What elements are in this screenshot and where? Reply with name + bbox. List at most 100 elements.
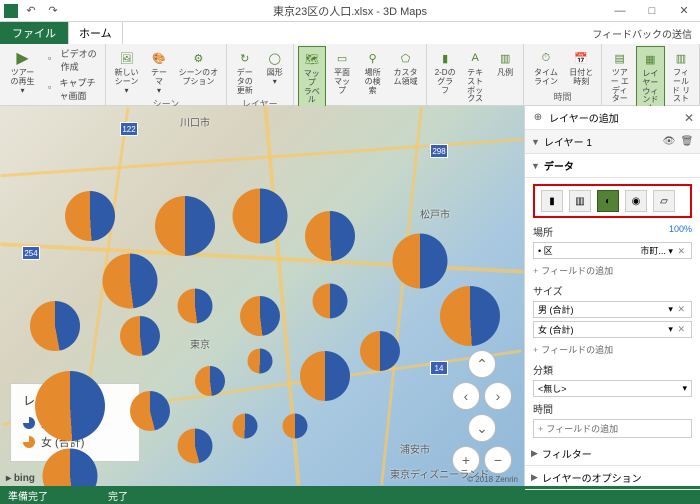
delete-layer-icon[interactable]: 🗑	[680, 135, 694, 149]
filter-header[interactable]: ▶ フィルター	[525, 442, 700, 466]
pie-marker[interactable]	[300, 351, 350, 401]
layer-1-header[interactable]: ▼ レイヤー 1 👁 🗑	[525, 130, 700, 154]
status-done: 完了	[108, 488, 128, 503]
title-bar: ↶ ↷ 東京23区の人口.xlsx - 3D Maps — □ ✕	[0, 0, 700, 22]
bing-logo: ▸ bing	[6, 473, 35, 484]
theme[interactable]: 🎨テーマ ▾	[145, 46, 173, 97]
pie-marker[interactable]	[30, 301, 80, 351]
size-field[interactable]: 男 (合計)▾ ✕	[533, 301, 692, 318]
app-icon	[4, 4, 18, 18]
video[interactable]: ▫ビデオの作成	[45, 46, 101, 74]
data-label: データ	[544, 158, 574, 173]
tab-file[interactable]: ファイル	[0, 22, 68, 44]
map-nav: ⌃ ‹ › ⌄ + −	[452, 350, 512, 474]
map-label[interactable]: 🗺マップ ラベル	[298, 46, 326, 108]
pie-marker[interactable]	[305, 211, 355, 261]
pie-marker[interactable]	[440, 286, 500, 346]
location-field[interactable]: • 区 市町... ▾ ✕	[533, 242, 692, 259]
pie-marker[interactable]	[155, 196, 215, 256]
place-label: 川口市	[180, 114, 210, 129]
add-time-field[interactable]: +フィールドの追加	[533, 419, 692, 438]
add-size-field[interactable]: +フィールドの追加	[533, 341, 692, 358]
size-label: サイズ	[533, 283, 692, 298]
data-header[interactable]: ▼ データ	[525, 154, 700, 178]
visibility-icon[interactable]: 👁	[662, 135, 676, 149]
custom-region[interactable]: ⬠カスタム領域	[389, 46, 422, 89]
chart-type-heat[interactable]: ◉	[625, 190, 647, 212]
add-location-field[interactable]: +フィールドの追加	[533, 262, 692, 279]
route-shield: 254	[22, 246, 40, 260]
new-scene[interactable]: 🖼新しいシーン ▾	[110, 46, 143, 97]
tab-home[interactable]: ホーム	[68, 21, 123, 44]
pie-marker[interactable]	[360, 331, 400, 371]
chart-type-column[interactable]: ▮	[541, 190, 563, 212]
chart-type-selector: ▮ ▥ ◐ ◉ ▱	[533, 184, 692, 218]
feedback-link[interactable]: フィードバックの送信	[592, 26, 692, 41]
text-box[interactable]: Aテキスト ボックス	[461, 46, 489, 106]
scene-options[interactable]: ⚙シーンのオプション	[175, 46, 222, 89]
route-shield: 298	[430, 144, 448, 158]
panel-close-button[interactable]: ✕	[684, 111, 694, 125]
map-canvas[interactable]: レイヤー 1 男 (合計)女 (合計) ⌃ ‹ › ⌄ + − ▸ bing ©…	[0, 106, 524, 486]
add-layer-icon[interactable]: ⊕	[531, 111, 545, 125]
pie-marker[interactable]	[178, 429, 213, 464]
pie-marker[interactable]	[120, 316, 160, 356]
tilt-up-button[interactable]: ⌃	[468, 350, 496, 378]
pie-marker[interactable]	[313, 284, 348, 319]
rotate-left-button[interactable]: ‹	[452, 382, 480, 410]
refresh-data[interactable]: ↻データの更新	[231, 46, 259, 97]
layer-name: レイヤー 1	[544, 134, 592, 149]
chart-type-pie[interactable]: ◐	[597, 190, 619, 212]
capture[interactable]: ▫キャプチャ画面	[45, 75, 101, 103]
find-location[interactable]: ⚲場所の検索	[358, 46, 387, 97]
shape[interactable]: ◯図形 ▾	[261, 46, 289, 89]
maximize-button[interactable]: □	[636, 0, 668, 22]
pie-marker[interactable]	[283, 414, 308, 439]
size-field[interactable]: 女 (合計)▾ ✕	[533, 321, 692, 338]
legend[interactable]: ▥凡例	[491, 46, 519, 80]
date-time[interactable]: 📅日付と時刻	[566, 46, 597, 89]
category-field[interactable]: <無し>▾	[533, 380, 692, 397]
place-label: 東京	[190, 336, 210, 351]
close-button[interactable]: ✕	[668, 0, 700, 22]
pie-marker[interactable]	[35, 371, 105, 441]
remove-field-icon[interactable]: ✕	[675, 246, 687, 256]
ribbon: ▶ツアーの再生 ▾▫ビデオの作成▫キャプチャ画面ツアー🖼新しいシーン ▾🎨テーマ…	[0, 44, 700, 106]
tilt-down-button[interactable]: ⌄	[468, 414, 496, 442]
pie-marker[interactable]	[103, 254, 158, 309]
chevron-down-icon: ▼	[531, 137, 540, 147]
pie-marker[interactable]	[393, 234, 448, 289]
layer-options-header[interactable]: ▶ レイヤーのオプション	[525, 466, 700, 490]
add-layer-label: レイヤーの追加	[549, 110, 619, 125]
tour-editor[interactable]: ▤ツアー エ ディター	[606, 46, 634, 106]
pie-marker[interactable]	[130, 391, 170, 431]
play-tour[interactable]: ▶ツアーの再生 ▾	[4, 46, 41, 97]
remove-field-icon[interactable]: ✕	[675, 304, 687, 314]
chart-type-bar[interactable]: ▥	[569, 190, 591, 212]
2d-chart[interactable]: ▮2-Dの グラフ	[431, 46, 459, 97]
pie-marker[interactable]	[248, 349, 273, 374]
window-title: 東京23区の人口.xlsx - 3D Maps	[273, 3, 427, 19]
timeline[interactable]: ⏱タイムライン	[528, 46, 564, 89]
time-label: 時間	[533, 401, 692, 416]
location-pct[interactable]: 100%	[669, 224, 692, 234]
route-shield: 14	[430, 361, 448, 375]
minimize-button[interactable]: —	[604, 0, 636, 22]
pie-marker[interactable]	[178, 289, 213, 324]
rotate-right-button[interactable]: ›	[484, 382, 512, 410]
undo-button[interactable]: ↶	[22, 2, 40, 20]
pie-marker[interactable]	[195, 366, 225, 396]
pie-marker[interactable]	[233, 414, 258, 439]
layer-options-label: レイヤーのオプション	[542, 470, 642, 485]
chart-type-region[interactable]: ▱	[653, 190, 675, 212]
status-ready: 準備完了	[8, 488, 48, 503]
remove-field-icon[interactable]: ✕	[675, 324, 687, 334]
redo-button[interactable]: ↷	[44, 2, 62, 20]
field-list[interactable]: ▥フィール ド リスト	[667, 46, 695, 106]
tab-bar: ファイル ホーム フィードバックの送信	[0, 22, 700, 44]
pie-marker[interactable]	[233, 189, 288, 244]
pie-marker[interactable]	[65, 191, 115, 241]
layer-panel: ⊕ レイヤーの追加 ✕ ▼ レイヤー 1 👁 🗑 ▼ データ ▮ ▥ ◐ ◉ ▱…	[524, 106, 700, 486]
flat-map[interactable]: ▭平面マップ	[328, 46, 357, 97]
pie-marker[interactable]	[240, 296, 280, 336]
